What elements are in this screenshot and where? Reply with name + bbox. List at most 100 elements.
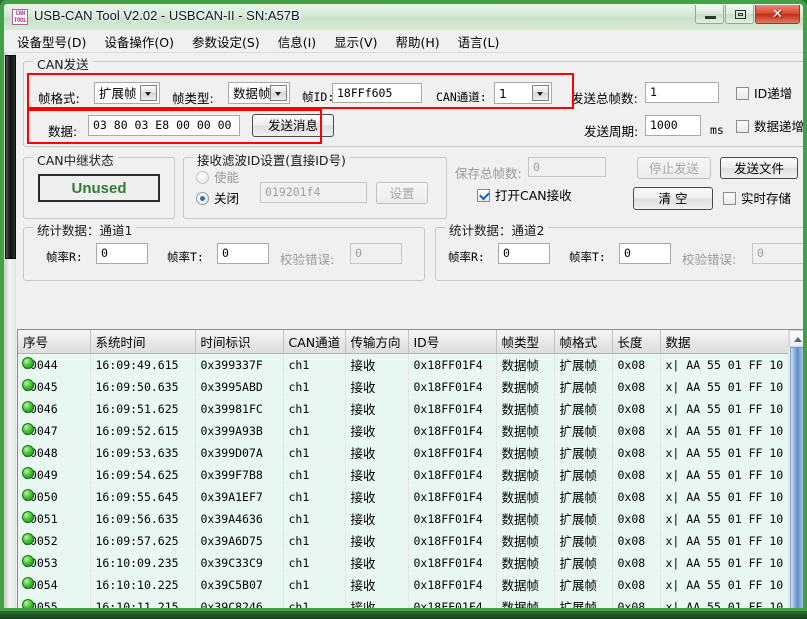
column-header-frame-format[interactable]: 帧格式	[554, 330, 613, 354]
data-increment-checkbox[interactable]: 数据递增	[736, 120, 803, 134]
row-direction: 接收	[345, 529, 409, 552]
table-vertical-scrollbar[interactable]	[788, 330, 803, 608]
row-data: x| AA 55 01 FF 10 08 10 08	[660, 485, 803, 508]
send-file-button[interactable]: 发送文件	[720, 157, 798, 179]
close-button[interactable]: ✕	[755, 5, 800, 24]
realtime-store-checkbox[interactable]: 实时存储	[723, 192, 791, 206]
row-seq: 00055	[18, 595, 91, 608]
row-data: x| AA 55 01 FF 10 08 10 08	[660, 397, 803, 420]
row-system-time: 16:10:11.215	[90, 595, 196, 608]
row-seq: 00051	[18, 507, 91, 530]
stats-channel1-group: 统计数据：通道1 帧率R: 0 帧率T: 0 校验错误: 0	[23, 220, 425, 281]
column-header-seq[interactable]: 序号	[18, 330, 91, 354]
data-input[interactable]: 03 80 03 E8 00 00 00 00	[88, 115, 240, 136]
relay-status-group: CAN中继状态 Unused	[23, 150, 175, 219]
row-direction: 接收	[345, 573, 409, 596]
column-header-frame-type[interactable]: 帧类型	[496, 330, 555, 354]
menu-item-device-operation[interactable]: 设备操作(O)	[95, 29, 183, 54]
menu-item-device-model[interactable]: 设备型号(D)	[8, 29, 95, 54]
row-id: 0x18FF01F4	[408, 441, 497, 464]
stats1-frame-rate-t-value: 0	[217, 243, 269, 264]
table-row[interactable]: 00053 16:10:09.235 0x39C33C9 ch1 接收 0x18…	[18, 551, 803, 574]
minimize-button[interactable]	[695, 5, 724, 24]
open-can-receive-label: 打开CAN接收	[495, 188, 572, 203]
table-row[interactable]: 00045 16:09:50.635 0x3995ABD ch1 接收 0x18…	[18, 375, 803, 398]
relay-status-legend: CAN中继状态	[33, 150, 118, 169]
table-scrollbar-thumb[interactable]	[790, 347, 803, 608]
send-message-button[interactable]: 发送消息	[252, 114, 334, 137]
frame-format-select[interactable]: 扩展帧	[94, 82, 160, 104]
status-dot-icon	[22, 467, 34, 479]
stop-send-button[interactable]: 停止发送	[637, 157, 711, 179]
row-system-time: 16:09:51.625	[90, 397, 196, 420]
row-seq: 00047	[18, 419, 91, 442]
can-channel-select[interactable]: 1	[494, 82, 552, 104]
row-seq: 00046	[18, 397, 91, 420]
row-system-time: 16:09:53.635	[90, 441, 196, 464]
table-row[interactable]: 00054 16:10:10.225 0x39C5B07 ch1 接收 0x18…	[18, 573, 803, 596]
column-header-length[interactable]: 长度	[612, 330, 661, 354]
scroll-up-icon[interactable]	[789, 330, 803, 347]
row-length: 0x08	[612, 463, 661, 486]
open-can-receive-checkbox[interactable]: 打开CAN接收	[477, 189, 572, 203]
row-can-channel: ch1	[283, 573, 346, 596]
table-row[interactable]: 00055 16:10:11.215 0x39C8246 ch1 接收 0x18…	[18, 595, 803, 608]
chevron-down-icon[interactable]	[532, 85, 549, 101]
column-header-direction[interactable]: 传输方向	[345, 330, 409, 354]
row-direction: 接收	[345, 441, 409, 464]
filter-set-button[interactable]: 设置	[376, 182, 428, 204]
message-table-grid: 序号 系统时间 时间标识 CAN通道 传输方向 ID号 帧类型 帧格式 长度 数…	[18, 330, 803, 608]
column-header-id[interactable]: ID号	[408, 330, 497, 354]
menu-item-language[interactable]: 语言(L)	[449, 29, 509, 54]
row-direction: 接收	[345, 595, 409, 608]
frame-type-label: 帧类型:	[172, 91, 214, 106]
row-seq: 00048	[18, 441, 91, 464]
stats1-check-error-label: 校验错误:	[280, 252, 335, 267]
status-dot-icon	[22, 511, 34, 523]
table-row[interactable]: 00049 16:09:54.625 0x399F7B8 ch1 接收 0x18…	[18, 463, 803, 486]
filter-id-input[interactable]: 019201f4	[260, 182, 367, 203]
row-direction: 接收	[345, 375, 409, 398]
row-seq: 00053	[18, 551, 91, 574]
table-row[interactable]: 00046 16:09:51.625 0x39981FC ch1 接收 0x18…	[18, 397, 803, 420]
column-header-system-time[interactable]: 系统时间	[90, 330, 196, 354]
stats2-check-error-label: 校验错误:	[682, 252, 737, 267]
menu-item-info[interactable]: 信息(I)	[269, 29, 325, 54]
table-row[interactable]: 00048 16:09:53.635 0x399D07A ch1 接收 0x18…	[18, 441, 803, 464]
window-vertical-scrollbar[interactable]	[5, 53, 16, 608]
menu-item-display[interactable]: 显示(V)	[325, 29, 386, 54]
column-header-can-channel[interactable]: CAN通道	[283, 330, 346, 354]
table-row[interactable]: 00044 16:09:49.615 0x399337F ch1 接收 0x18…	[18, 353, 803, 376]
row-id: 0x18FF01F4	[408, 595, 497, 608]
filter-disable-radio[interactable]: 关闭	[196, 192, 239, 206]
total-frames-input[interactable]: 1	[645, 82, 719, 103]
status-dot-icon	[22, 555, 34, 567]
window-scrollbar-thumb[interactable]	[5, 55, 16, 259]
row-direction: 接收	[345, 419, 409, 442]
maximize-button[interactable]	[725, 5, 754, 24]
column-header-timestamp[interactable]: 时间标识	[195, 330, 284, 354]
column-header-data[interactable]: 数据	[660, 330, 803, 354]
frame-id-input[interactable]: 18FFf605	[332, 83, 422, 103]
table-row[interactable]: 00051 16:09:56.635 0x39A4636 ch1 接收 0x18…	[18, 507, 803, 530]
row-system-time: 16:10:09.235	[90, 551, 196, 574]
frame-type-select[interactable]: 数据帧	[228, 82, 290, 104]
relay-status-value: Unused	[38, 174, 160, 202]
filter-enable-radio[interactable]: 使能	[196, 171, 239, 185]
menu-item-help[interactable]: 帮助(H)	[386, 29, 448, 54]
row-data: x| AA 55 01 FF 10 08 10 08	[660, 419, 803, 442]
status-dot-icon	[22, 357, 34, 369]
stats2-frame-rate-t-value: 0	[619, 243, 671, 264]
chevron-down-icon[interactable]	[270, 85, 287, 101]
table-row[interactable]: 00047 16:09:52.615 0x399A93B ch1 接收 0x18…	[18, 419, 803, 442]
clear-button[interactable]: 清 空	[633, 187, 713, 210]
id-increment-checkbox[interactable]: ID递增	[736, 87, 792, 101]
row-length: 0x08	[612, 595, 661, 608]
table-row[interactable]: 00050 16:09:55.645 0x39A1EF7 ch1 接收 0x18…	[18, 485, 803, 508]
row-length: 0x08	[612, 485, 661, 508]
status-dot-icon	[22, 423, 34, 435]
table-row[interactable]: 00052 16:09:57.625 0x39A6D75 ch1 接收 0x18…	[18, 529, 803, 552]
menu-item-parameter-settings[interactable]: 参数设定(S)	[183, 29, 269, 54]
send-period-input[interactable]: 1000	[645, 115, 701, 136]
chevron-down-icon[interactable]	[140, 85, 157, 101]
